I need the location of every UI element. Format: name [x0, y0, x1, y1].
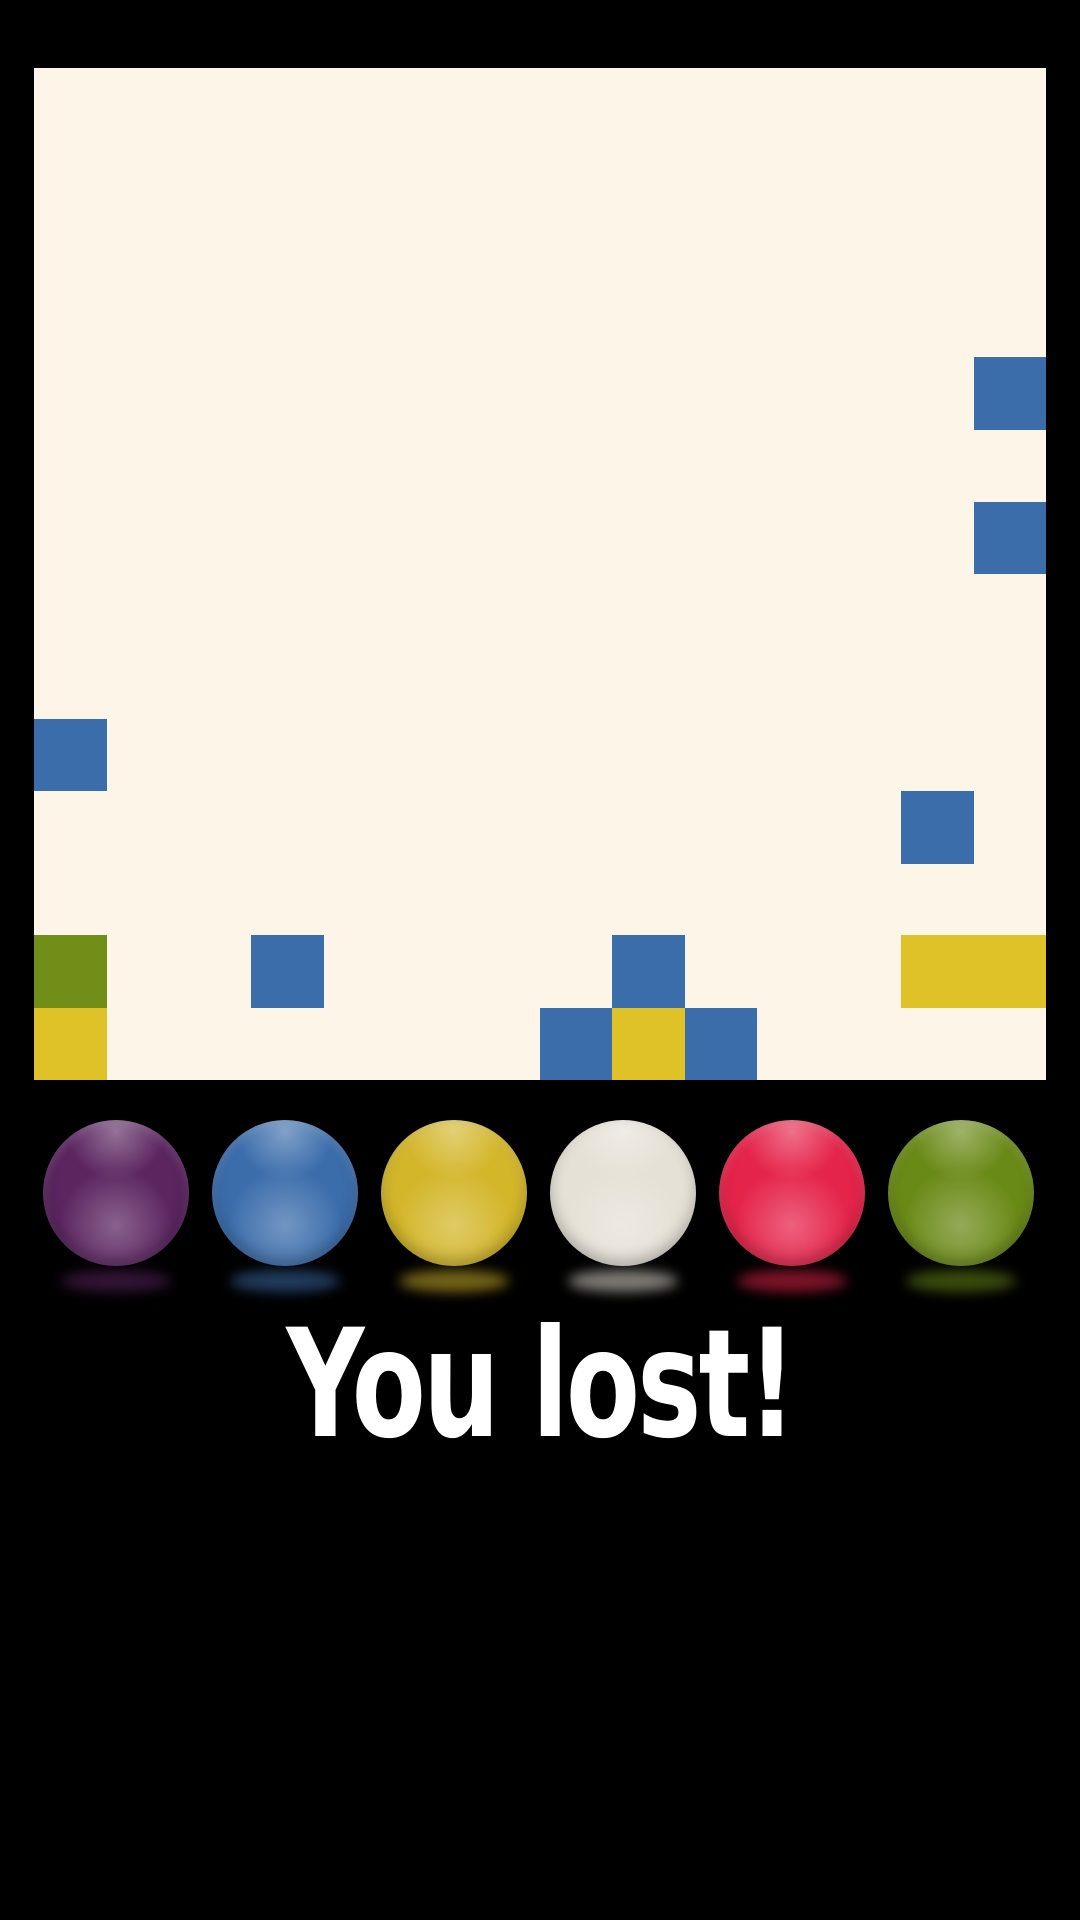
purple-ball-button[interactable] [43, 1120, 193, 1292]
yellow-ball-icon [381, 1120, 527, 1266]
game-over-message: You lost! [286, 1298, 796, 1472]
ball-shadow [61, 1270, 171, 1292]
yellow-ball-button[interactable] [381, 1120, 531, 1292]
game-board [34, 68, 1046, 1080]
board-cell-blue [250, 935, 324, 1009]
ball-shadow [568, 1270, 678, 1292]
board-cell-blue [34, 718, 107, 792]
blue-ball-icon [212, 1120, 358, 1266]
board-cell-blue [901, 790, 975, 864]
ball-shadow [230, 1270, 340, 1292]
purple-ball-icon [43, 1120, 189, 1266]
board-cell-blue [540, 1007, 613, 1080]
board-cell-blue [973, 357, 1046, 430]
board-cell-blue [684, 1007, 758, 1080]
green-ball-icon [888, 1120, 1034, 1266]
board-cell-green [34, 935, 107, 1009]
ball-shadow [906, 1270, 1016, 1292]
board-cell-yellow [612, 1007, 686, 1080]
green-ball-button[interactable] [888, 1120, 1038, 1292]
blue-ball-button[interactable] [212, 1120, 362, 1292]
board-cell-blue [612, 935, 686, 1009]
red-ball-icon [719, 1120, 865, 1266]
ball-shadow [399, 1270, 509, 1292]
white-ball-icon [550, 1120, 696, 1266]
ball-shadow [737, 1270, 847, 1292]
red-ball-button[interactable] [719, 1120, 869, 1292]
board-cell-yellow [901, 935, 975, 1009]
color-picker [0, 1120, 1080, 1300]
white-ball-button[interactable] [550, 1120, 700, 1292]
board-cell-blue [973, 501, 1046, 575]
board-cell-yellow [34, 1007, 107, 1080]
board-cell-yellow [973, 935, 1046, 1009]
